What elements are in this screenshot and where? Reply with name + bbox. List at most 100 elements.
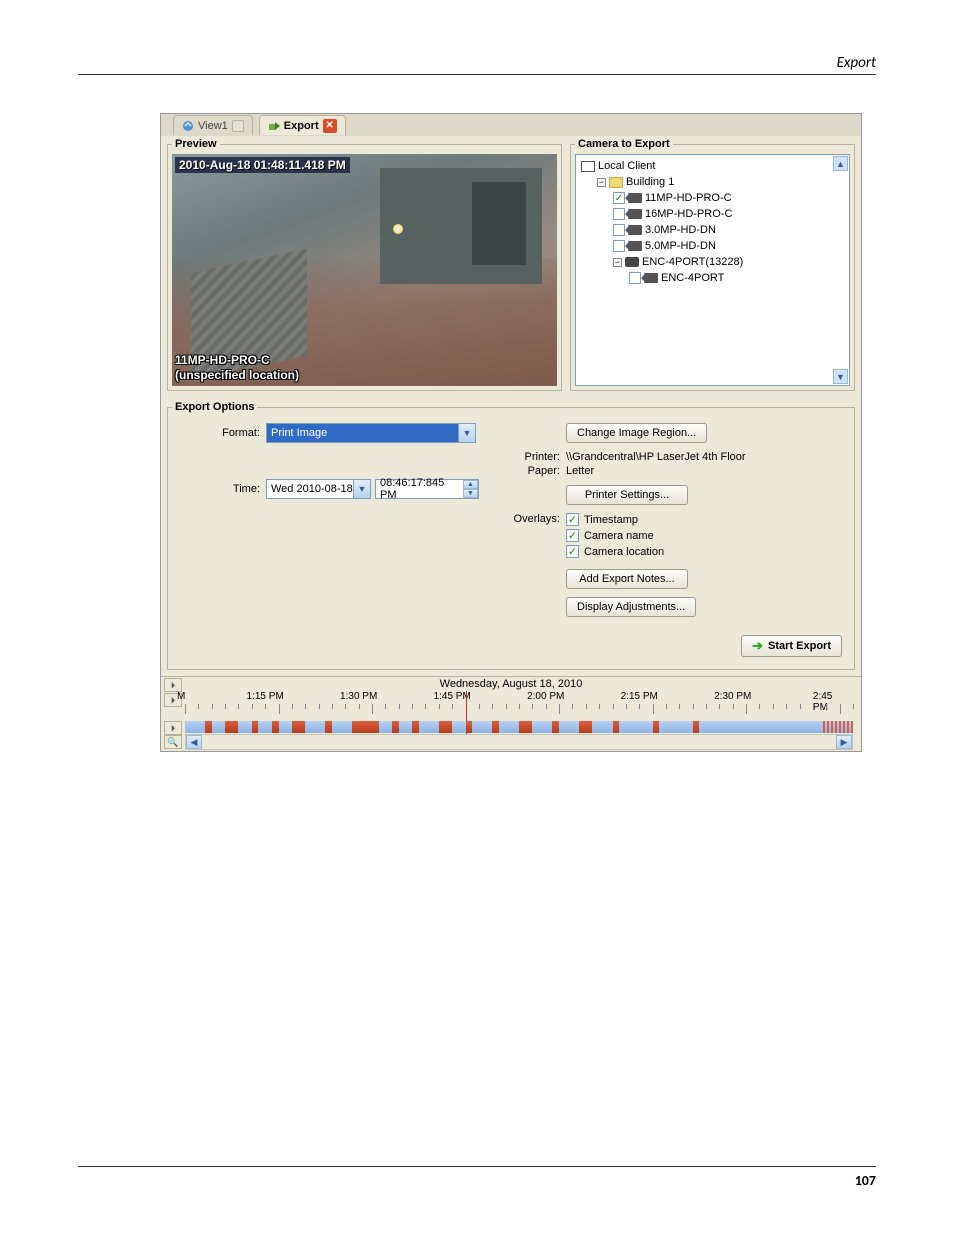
footer-rule — [78, 1166, 876, 1167]
checkbox-icon[interactable] — [613, 208, 625, 220]
checkbox-icon[interactable]: ✓ — [566, 545, 579, 558]
timeline-play-icon[interactable]: ⏵ — [164, 721, 182, 735]
timeline-date: Wednesday, August 18, 2010 — [161, 677, 861, 691]
tree-camera-label: 11MP-HD-PRO-C — [645, 192, 732, 204]
page-header-title: Export — [837, 54, 876, 72]
tree-encoder[interactable]: − ENC-4PORT(13228) — [613, 254, 846, 270]
zoom-icon[interactable]: 🔍 — [164, 735, 182, 749]
motion-bar[interactable] — [185, 721, 853, 733]
camera-icon — [628, 193, 642, 203]
tree-root-label: Local Client — [598, 160, 655, 172]
printer-value: \\Grandcentral\HP LaserJet 4th Floor — [566, 451, 746, 463]
time-time-value: 08:46:17:845 PM — [380, 477, 462, 501]
camera-legend: Camera to Export — [575, 138, 673, 150]
camera-tree[interactable]: ▲ ▼ Local Client − — [575, 154, 850, 386]
preview-fieldset: Preview 2010-Aug-18 01:48:11.418 PM 11MP… — [167, 138, 562, 391]
tree-camera-label: 16MP-HD-PRO-C — [645, 208, 732, 220]
checkbox-icon[interactable] — [629, 272, 641, 284]
checkbox-icon[interactable]: ✓ — [566, 529, 579, 542]
tick-label: 1:15 PM — [247, 691, 284, 702]
tree-root[interactable]: Local Client — [581, 158, 846, 174]
overlay-camera-name-label: Camera name — [584, 530, 654, 542]
paper-value: Letter — [566, 465, 594, 477]
tree-camera-row[interactable]: 5.0MP-HD-DN — [613, 238, 846, 254]
spinner-down-icon[interactable]: ▼ — [463, 489, 478, 498]
preview-image: 2010-Aug-18 01:48:11.418 PM 11MP-HD-PRO-… — [172, 154, 557, 386]
checkbox-icon[interactable] — [613, 240, 625, 252]
tree-camera-row[interactable]: 3.0MP-HD-DN — [613, 222, 846, 238]
export-options-fieldset: Export Options Format: Print Image ▼ Tim… — [167, 401, 855, 670]
printer-settings-button[interactable]: Printer Settings... — [566, 485, 688, 505]
tree-encoder-child[interactable]: ENC-4PORT — [629, 270, 846, 286]
expander-icon[interactable]: − — [597, 178, 606, 187]
export-window: View1 Export ✕ Preview 2010-Aug-18 01:48… — [160, 113, 862, 752]
overlay-camera-location: (unspecified location) — [175, 368, 299, 383]
display-adjustments-button[interactable]: Display Adjustments... — [566, 597, 696, 617]
timeline-row-marker: M — [177, 691, 185, 702]
time-date-value: Wed 2010-08-18 — [271, 483, 353, 495]
timeline-ruler[interactable]: M 1:15 PM 1:30 PM 1:45 PM 2:00 PM 2:15 P… — [185, 691, 853, 721]
checkbox-icon[interactable]: ✓ — [613, 192, 625, 204]
tick-label: 2:00 PM — [527, 691, 564, 702]
scroll-right-icon[interactable]: ▶ — [836, 735, 852, 749]
preview-legend: Preview — [172, 138, 220, 150]
start-arrow-icon: ➔ — [752, 638, 763, 654]
timeline-scrollbar[interactable]: ◀ ▶ — [185, 734, 853, 750]
overlay-camera-location-label: Camera location — [584, 546, 664, 558]
scroll-left-icon[interactable]: ◀ — [186, 735, 202, 749]
tick-label: 2:15 PM — [621, 691, 658, 702]
scroll-down-icon[interactable]: ▼ — [833, 369, 848, 384]
format-value: Print Image — [271, 427, 327, 439]
overlay-camera-location-checkbox[interactable]: ✓ Camera location — [566, 545, 664, 558]
tree-camera-row[interactable]: ✓ 11MP-HD-PRO-C — [613, 190, 846, 206]
printer-label: Printer: — [511, 451, 566, 463]
new-tab-icon[interactable] — [232, 120, 244, 132]
camera-icon — [628, 209, 642, 219]
checkbox-icon[interactable] — [613, 224, 625, 236]
preview-timestamp-overlay: 2010-Aug-18 01:48:11.418 PM — [175, 157, 350, 173]
start-export-label: Start Export — [768, 640, 831, 652]
tab-export[interactable]: Export ✕ — [259, 115, 346, 135]
camera-fieldset: Camera to Export ▲ ▼ Local Client − — [570, 138, 855, 391]
client-icon — [581, 161, 595, 172]
checkbox-icon[interactable]: ✓ — [566, 513, 579, 526]
tree-encoder-label: ENC-4PORT(13228) — [642, 256, 743, 268]
tab-view1-label: View1 — [198, 120, 228, 132]
tab-export-label: Export — [284, 120, 319, 132]
format-dropdown[interactable]: Print Image ▼ — [266, 423, 476, 443]
preview-camera-overlay: 11MP-HD-PRO-C (unspecified location) — [175, 353, 299, 383]
tab-bar: View1 Export ✕ — [161, 114, 861, 136]
expander-icon[interactable]: − — [613, 258, 622, 267]
start-export-button[interactable]: ➔ Start Export — [741, 635, 842, 657]
overlays-label: Overlays: — [511, 513, 566, 525]
page-number: 107 — [855, 1172, 876, 1189]
tree-encoder-child-label: ENC-4PORT — [661, 272, 724, 284]
spinner-up-icon[interactable]: ▲ — [463, 480, 478, 489]
chevron-down-icon[interactable]: ▼ — [353, 480, 370, 498]
export-options-legend: Export Options — [172, 401, 257, 413]
folder-icon — [609, 177, 623, 188]
tree-camera-row[interactable]: 16MP-HD-PRO-C — [613, 206, 846, 222]
chevron-down-icon[interactable]: ▼ — [458, 424, 475, 442]
tab-view1[interactable]: View1 — [173, 115, 253, 135]
add-export-notes-button[interactable]: Add Export Notes... — [566, 569, 688, 589]
view-tab-icon — [182, 120, 194, 132]
overlay-timestamp-label: Timestamp — [584, 514, 638, 526]
camera-icon — [628, 241, 642, 251]
time-date-dropdown[interactable]: Wed 2010-08-18 ▼ — [266, 479, 371, 499]
tree-site-label: Building 1 — [626, 176, 674, 188]
header-rule — [78, 74, 876, 75]
tree-site[interactable]: − Building 1 — [597, 174, 846, 190]
tick-label: 1:30 PM — [340, 691, 377, 702]
timeline: ⏵ Wednesday, August 18, 2010 ⏵ M 1:15 PM… — [161, 676, 861, 750]
time-label: Time: — [176, 483, 266, 495]
close-icon[interactable]: ✕ — [323, 119, 337, 133]
tick-label: 2:30 PM — [714, 691, 751, 702]
scroll-up-icon[interactable]: ▲ — [833, 156, 848, 171]
time-spinner[interactable]: 08:46:17:845 PM ▲ ▼ — [375, 479, 479, 499]
overlay-timestamp-checkbox[interactable]: ✓ Timestamp — [566, 513, 664, 526]
overlay-camera-name-checkbox[interactable]: ✓ Camera name — [566, 529, 664, 542]
timeline-play-icon[interactable]: ⏵ — [164, 678, 182, 692]
change-image-region-button[interactable]: Change Image Region... — [566, 423, 707, 443]
tree-camera-label: 3.0MP-HD-DN — [645, 224, 716, 236]
